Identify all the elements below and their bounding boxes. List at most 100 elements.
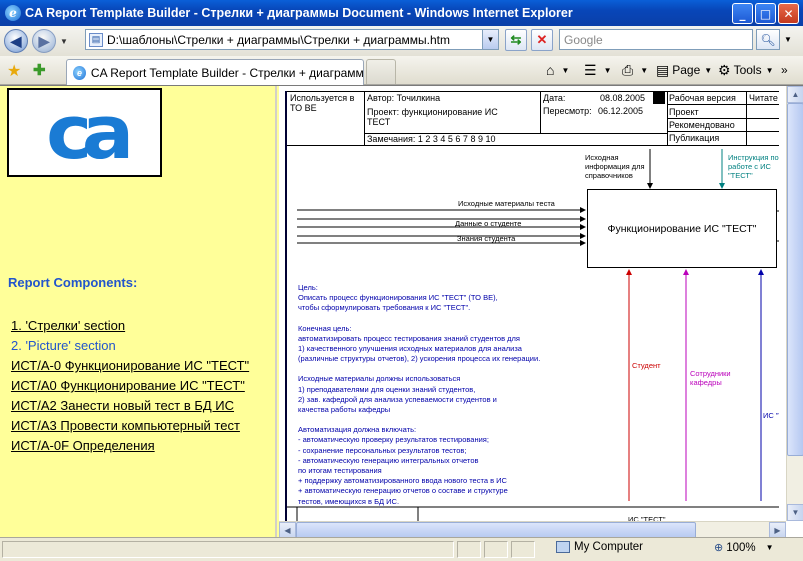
nav-link-strelki[interactable]: 1. 'Стрелки' section bbox=[11, 316, 249, 336]
idef0-diagram: Используется в ТО ВЕ Автор: Точилкина Пр… bbox=[285, 91, 779, 523]
scroll-down-button[interactable]: ▼ bbox=[787, 504, 803, 521]
feeds-button[interactable]: ☰ ▼ bbox=[584, 60, 611, 80]
description-line: Исходные материалы должны использоваться bbox=[298, 374, 461, 384]
zoom-level: 100% bbox=[726, 541, 756, 554]
tab-current[interactable]: e CA Report Template Builder - Стрелки +… bbox=[66, 59, 364, 85]
function-box[interactable]: Функционирование ИС "ТЕСТ" bbox=[587, 189, 777, 268]
search-input[interactable]: Google bbox=[559, 29, 753, 50]
mechanism-label-system: ИС "Т bbox=[763, 411, 779, 420]
description-line bbox=[298, 364, 540, 374]
security-zone[interactable]: My Computer bbox=[556, 541, 643, 553]
input-label-materials: Исходные материалы теста bbox=[458, 199, 555, 208]
window-controls: _ □ ✕ bbox=[732, 3, 799, 24]
address-bar[interactable]: ▤ D:\шаблоны\Стрелки + диаграммы\Стрелки… bbox=[85, 29, 499, 50]
mechanism-label-student: Студент bbox=[632, 361, 661, 370]
home-button[interactable]: ⌂ ▼ bbox=[546, 60, 569, 80]
nav-link-a-0[interactable]: ИСТ/А-0 Функционирование ИС "ТЕСТ" bbox=[11, 356, 249, 376]
control-label-reference: Исходная информация для справочников bbox=[585, 153, 645, 180]
tools-menu-label: Tools bbox=[733, 63, 762, 77]
description-line: 1) качественного улучшения исходных мате… bbox=[298, 344, 522, 354]
status-panel bbox=[511, 541, 535, 558]
description-line: Автоматизация должна включать: bbox=[298, 425, 417, 435]
minimize-button[interactable]: _ bbox=[732, 3, 753, 24]
logo-mark: ca bbox=[45, 89, 134, 176]
nav-link-picture[interactable]: 2. 'Picture' section bbox=[11, 336, 249, 356]
description-line: (различные структуры отчетов), 2) ускоре… bbox=[298, 354, 541, 364]
navigation-bar: ◀ ▶ ▼ ▤ D:\шаблоны\Стрелки + диаграммы\С… bbox=[0, 26, 803, 56]
description-line: качества работы кафедры bbox=[298, 405, 391, 415]
right-frame: Используется в ТО ВЕ Автор: Точилкина Пр… bbox=[279, 86, 803, 539]
refresh-button[interactable]: ⇆ bbox=[505, 29, 527, 51]
description-line: 2) зав. кафедрой для анализа успеваемост… bbox=[298, 394, 497, 404]
new-tab-button[interactable] bbox=[366, 59, 396, 84]
description-line: + автоматическую генерацию отчетов о сос… bbox=[298, 486, 508, 496]
tab-favicon-icon: e bbox=[73, 65, 86, 80]
computer-icon bbox=[556, 541, 570, 553]
print-button[interactable]: ⎙ ▼ bbox=[622, 60, 648, 80]
report-components-heading: Report Components: bbox=[8, 275, 138, 290]
vertical-scrollbar[interactable]: ▲ ▼ bbox=[786, 86, 803, 521]
tab-label: CA Report Template Builder - Стрелки + д… bbox=[90, 65, 363, 80]
description-line: Описать процесс функционирования ИС "ТЕС… bbox=[298, 293, 498, 303]
zoom-control[interactable]: ⊕ 100% ▼ bbox=[714, 541, 774, 555]
diagram-description: Цель: Описать процесс функционирования И… bbox=[298, 283, 540, 507]
status-text-panel bbox=[2, 541, 454, 558]
page-menu-icon: ▤ bbox=[656, 61, 670, 78]
input-label-knowledge: Знания студента bbox=[457, 234, 516, 243]
security-zone-label: My Computer bbox=[574, 541, 644, 553]
forward-button[interactable]: ▶ bbox=[32, 29, 56, 53]
page-icon: ▤ bbox=[89, 32, 103, 47]
title-bar: e CA Report Template Builder - Стрелки +… bbox=[0, 0, 803, 26]
status-panel bbox=[484, 541, 508, 558]
stop-button[interactable]: ✕ bbox=[531, 29, 553, 51]
description-line: по итогам тестирования bbox=[298, 466, 382, 476]
page-menu-label: Page bbox=[672, 63, 701, 77]
maximize-button[interactable]: □ bbox=[755, 3, 776, 24]
description-line: 1) преподавателями для оценки знаний сту… bbox=[298, 384, 476, 394]
address-input[interactable]: D:\шаблоны\Стрелки + диаграммы\Стрелки +… bbox=[107, 33, 482, 47]
left-frame: ca Report Components: 1. 'Стрелки' secti… bbox=[0, 86, 277, 538]
ca-logo: ca bbox=[7, 88, 162, 177]
close-button[interactable]: ✕ bbox=[778, 3, 799, 24]
history-dropdown-icon[interactable]: ▼ bbox=[58, 37, 70, 46]
favorites-star-icon[interactable]: ★ bbox=[7, 61, 21, 81]
address-dropdown-icon[interactable]: ▼ bbox=[482, 30, 498, 49]
search-dropdown-icon[interactable]: ▼ bbox=[781, 29, 795, 50]
nav-link-a0[interactable]: ИСТ/А0 Функционирование ИС "ТЕСТ" bbox=[11, 376, 249, 396]
ie-logo-icon: e bbox=[5, 5, 21, 21]
rss-feed-icon: ☰ bbox=[584, 61, 597, 78]
home-icon: ⌂ bbox=[546, 62, 555, 78]
status-bar: My Computer ⊕ 100% ▼ bbox=[0, 537, 803, 561]
description-line: Цель: bbox=[298, 283, 318, 292]
back-button[interactable]: ◀ bbox=[4, 29, 28, 53]
vertical-scroll-thumb[interactable] bbox=[787, 103, 803, 456]
page-menu[interactable]: ▤ Page ▼ bbox=[656, 60, 712, 80]
description-line: - сохранение персональных результатов те… bbox=[298, 445, 467, 455]
description-line: - автоматическую проверку результатов те… bbox=[298, 435, 489, 445]
description-line bbox=[298, 415, 540, 425]
nav-link-a-0f[interactable]: ИСТ/А-0F Определения bbox=[11, 436, 249, 456]
page-content: ca Report Components: 1. 'Стрелки' secti… bbox=[0, 85, 803, 539]
control-label-instruction: Инструкция по работе с ИС "ТЕСТ" bbox=[728, 153, 779, 180]
window-title: CA Report Template Builder - Стрелки + д… bbox=[25, 6, 573, 20]
nav-link-a2[interactable]: ИСТ/А2 Занести новый тест в БД ИС bbox=[11, 396, 249, 416]
horizontal-scrollbar[interactable]: ◀ ▶ bbox=[279, 521, 786, 539]
zoom-dropdown-icon[interactable]: ▼ bbox=[766, 543, 774, 552]
search-icon: 🔍︎ bbox=[760, 32, 776, 47]
printer-icon: ⎙ bbox=[622, 61, 634, 78]
description-line bbox=[298, 314, 540, 324]
add-favorites-icon[interactable]: ✚ bbox=[33, 61, 46, 79]
search-button[interactable]: 🔍︎ bbox=[756, 29, 780, 50]
status-panel bbox=[457, 541, 481, 558]
mechanism-label-staff: Сотрудники кафедры bbox=[690, 369, 731, 387]
input-label-student-data: Данные о студенте bbox=[455, 219, 522, 228]
scroll-up-button[interactable]: ▲ bbox=[787, 86, 803, 103]
gear-icon: ⚙ bbox=[718, 61, 731, 78]
description-line: Конечная цель: bbox=[298, 323, 352, 333]
zoom-icon: ⊕ bbox=[714, 542, 724, 554]
nav-link-a3[interactable]: ИСТ/А3 Провести компьютерный тест bbox=[11, 416, 249, 436]
toolbar-overflow-button[interactable]: » bbox=[781, 60, 788, 80]
description-line: чтобы сформулировать требования к ИС "ТЕ… bbox=[298, 303, 471, 313]
tools-menu[interactable]: ⚙ Tools ▼ bbox=[718, 60, 774, 80]
description-line: автоматизировать процесс тестирования зн… bbox=[298, 333, 520, 343]
